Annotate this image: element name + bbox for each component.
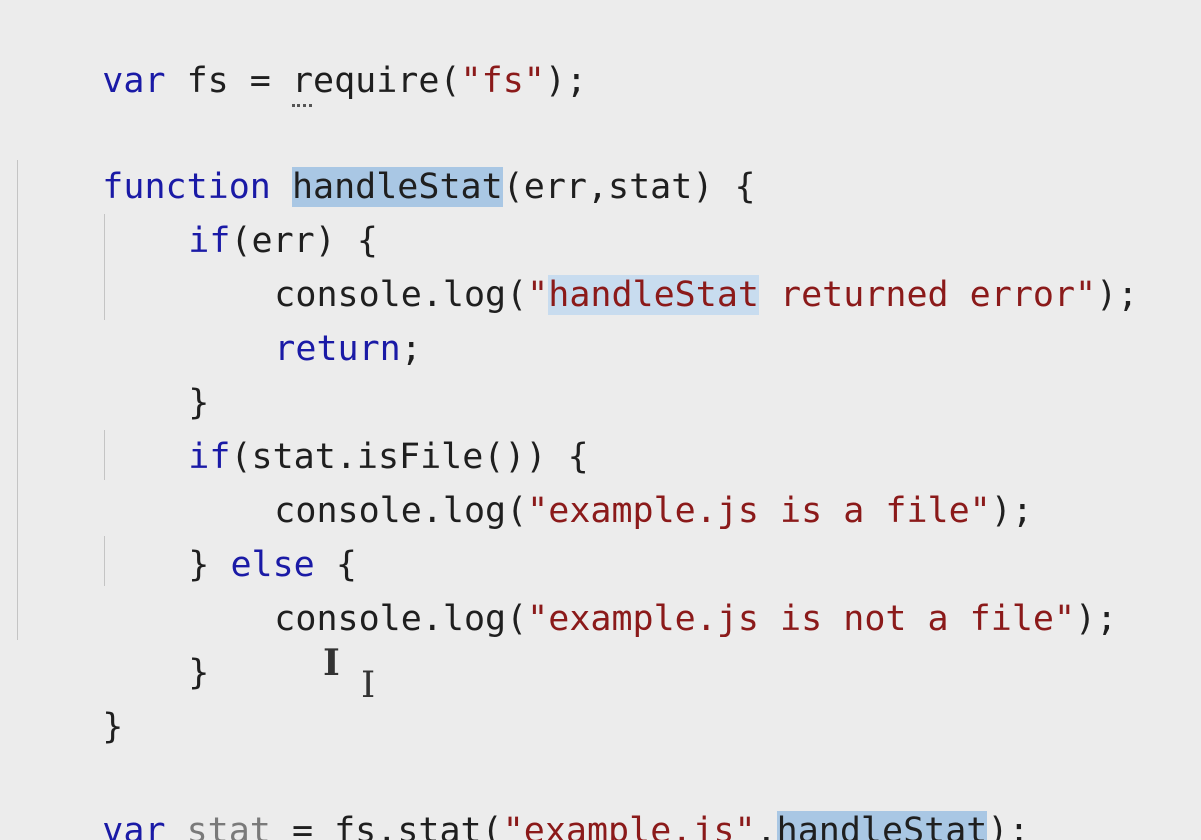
code-text: ); xyxy=(544,61,587,101)
code-text: ( xyxy=(439,61,461,101)
code-editor[interactable]: var fs = require("fs"); function handleS… xyxy=(0,0,1201,840)
code-line-1[interactable]: var fs = require("fs"); xyxy=(18,0,587,101)
code-text: ); xyxy=(1096,275,1139,315)
code-line-6[interactable]: return; xyxy=(190,268,422,369)
code-line-12[interactable]: } xyxy=(104,592,209,693)
string-literal: returned error" xyxy=(758,275,1097,315)
string-literal: "example.js is not a file" xyxy=(527,599,1076,639)
string-quote: " xyxy=(527,275,549,315)
code-line-13[interactable]: } xyxy=(18,646,123,747)
string-literal: "example.js is a file" xyxy=(527,491,991,531)
code-text: ; xyxy=(400,329,422,369)
code-text: (err,stat) { xyxy=(502,167,756,207)
code-line-9[interactable]: console.log("example.js is a file"); xyxy=(190,430,1033,531)
selection-highlight: handleStat xyxy=(776,811,988,840)
code-line-15[interactable]: var stat = fs.stat("example.js",handleSt… xyxy=(18,750,1030,840)
ibeam-cursor-icon: I xyxy=(361,665,376,706)
string-literal: "example.js" xyxy=(502,811,756,840)
code-text: } xyxy=(102,707,124,747)
require-call: require xyxy=(291,61,440,101)
string-literal: "fs" xyxy=(460,61,545,101)
occurrence-highlight: handleStat xyxy=(548,275,759,315)
code-text: , xyxy=(755,811,777,840)
code-text: ); xyxy=(987,811,1030,840)
code-line-5[interactable]: console.log("handleStat returned error")… xyxy=(190,214,1138,315)
code-line-4[interactable]: if(err) { xyxy=(104,160,378,261)
code-line-10[interactable]: } else { xyxy=(104,484,357,585)
code-text: ); xyxy=(990,491,1033,531)
code-text: } xyxy=(188,653,210,693)
code-line-3[interactable]: function handleStat(err,stat) { xyxy=(18,106,756,207)
code-text: fs = xyxy=(165,61,292,101)
code-text: console.log( xyxy=(274,599,528,639)
keyword-var: var xyxy=(102,811,166,840)
code-line-7[interactable]: } xyxy=(104,322,209,423)
keyword-var: var xyxy=(102,61,166,101)
ibeam-cursor-icon: I xyxy=(323,642,340,684)
code-line-8[interactable]: if(stat.isFile()) { xyxy=(104,376,588,477)
code-text: = fs.stat( xyxy=(270,811,503,840)
code-line-11[interactable]: console.log("example.js is not a file"); xyxy=(190,538,1117,639)
unused-variable: stat xyxy=(186,811,271,840)
keyword-return: return xyxy=(274,329,401,369)
code-text: ); xyxy=(1075,599,1118,639)
